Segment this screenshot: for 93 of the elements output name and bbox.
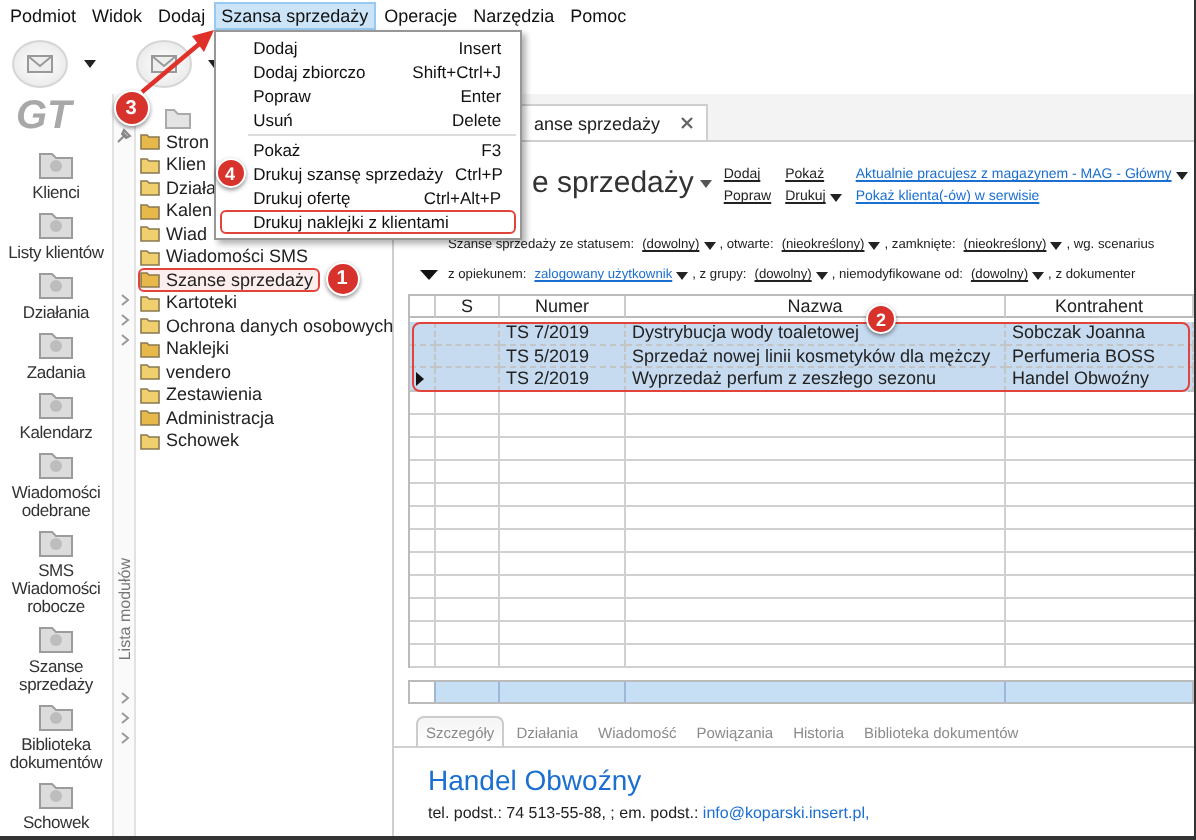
view-title[interactable]: e sprzedaży xyxy=(532,166,712,200)
table-cell: TS 5/2019 xyxy=(500,345,626,368)
menu-item[interactable]: Pokaż F3 xyxy=(251,138,516,162)
caret-icon xyxy=(1050,241,1063,249)
caret-icon xyxy=(703,241,716,249)
logo-text: GT xyxy=(14,94,76,139)
caret-icon xyxy=(84,59,96,67)
shortcut-text: F3 xyxy=(481,140,502,160)
tree-item[interactable]: Zestawienia xyxy=(138,383,269,406)
table-cell: Sobczak Joanna xyxy=(1006,322,1194,345)
close-icon[interactable] xyxy=(680,116,695,130)
tree-item[interactable]: Wiadomości SMS xyxy=(138,245,315,268)
caret-icon xyxy=(1032,271,1045,279)
table-cell: TS 7/2019 xyxy=(500,322,626,345)
column-header[interactable]: Kontrahent xyxy=(1006,296,1194,318)
toolbar-button[interactable] xyxy=(136,39,192,87)
tree-item[interactable]: Administracja xyxy=(138,406,281,429)
shortcut-text: Enter xyxy=(460,86,502,106)
menu-item[interactable]: Operacje xyxy=(376,2,466,30)
folder-icon xyxy=(36,622,76,654)
tree-item[interactable]: Kartoteki xyxy=(138,291,244,314)
caret-icon xyxy=(699,179,712,187)
sidebar-item[interactable]: Listy klientów xyxy=(8,244,104,262)
menu-item[interactable]: Dodaj xyxy=(150,2,214,30)
sidebar-item[interactable]: Zadania xyxy=(26,364,86,382)
sidebar-item[interactable]: Klienci xyxy=(32,184,80,202)
menu-item[interactable]: Pomoc xyxy=(562,2,635,30)
sidebar-item[interactable]: Kalendarz xyxy=(19,424,93,442)
tree-item[interactable]: Kalen xyxy=(138,199,219,222)
tree-item[interactable]: Wiad xyxy=(138,222,214,245)
tree-item[interactable]: Stron xyxy=(138,130,216,153)
sidebar-item[interactable]: Biblioteka dokumentów xyxy=(0,736,112,772)
menu-item[interactable]: Widok xyxy=(84,2,151,30)
menu-item[interactable]: Drukuj ofertę Ctrl+Alt+P xyxy=(251,186,516,210)
folder-icon xyxy=(36,268,76,300)
sidebar-item[interactable]: Szanse sprzedaży xyxy=(0,658,112,694)
folder-icon xyxy=(36,328,76,360)
envelope-icon xyxy=(26,53,54,73)
menu-item[interactable]: Dodaj Insert xyxy=(251,36,516,60)
table-cell: TS 2/2019 xyxy=(500,368,626,391)
tree-item[interactable]: Naklejki xyxy=(138,337,236,360)
callout-badge: 1 xyxy=(325,262,360,297)
callout-badge: 4 xyxy=(215,158,246,188)
menu-item[interactable]: Szansa sprzedaży xyxy=(213,2,377,30)
sidebar-item[interactable]: Działania xyxy=(22,304,90,322)
tree-item[interactable]: Klien xyxy=(138,153,213,176)
folder-icon xyxy=(36,388,76,420)
pin-icon xyxy=(116,128,132,144)
shortcut-text: Shift+Ctrl+J xyxy=(412,62,502,82)
folder-icon xyxy=(36,700,76,732)
folder-icon xyxy=(164,106,192,130)
callout-badge: 2 xyxy=(866,304,896,334)
pointer-arrow xyxy=(139,30,214,94)
contractor-name[interactable]: Handel Obwoźny xyxy=(394,763,642,795)
folder-icon xyxy=(36,448,76,480)
sidebar-item[interactable]: SMS Wiadomości robocze xyxy=(0,562,112,616)
caret-icon xyxy=(815,271,828,279)
tree-item[interactable]: Schowek xyxy=(138,429,246,452)
caret-icon xyxy=(676,271,689,279)
folder-icon xyxy=(36,526,76,558)
menu-item[interactable]: Narzędzia xyxy=(465,2,563,30)
column-header[interactable]: Numer xyxy=(500,296,626,318)
shortcut-text: Ctrl+P xyxy=(455,164,503,184)
column-header[interactable]: S xyxy=(436,296,500,318)
shortcut-text: Delete xyxy=(451,110,502,130)
shortcut-text: Ctrl+Alt+P xyxy=(423,188,502,208)
tree-item[interactable]: Szanse sprzedaży xyxy=(138,268,320,291)
module-list-label[interactable]: Lista modułów xyxy=(115,558,133,661)
table-cell: Perfumeria BOSS xyxy=(1006,345,1194,368)
table-cell: Wyprzedaż perfum z zeszłego sezonu xyxy=(626,368,1006,391)
tree-item[interactable]: vendero xyxy=(138,360,238,383)
folder-icon xyxy=(36,148,76,180)
sidebar-item[interactable]: Schowek xyxy=(22,814,90,832)
toolbar-button[interactable] xyxy=(12,39,68,87)
table-row[interactable]: TS 2/2019 Wyprzedaż perfum z zeszłego sezonu Handel Obwoźny xyxy=(410,368,1194,391)
envelope-icon xyxy=(150,53,178,73)
table-cell: Sprzedaż nowej linii kosmetyków dla mężczy xyxy=(626,345,1006,368)
folder-icon xyxy=(36,778,76,810)
email-link[interactable]: info@koparski.insert.pl, xyxy=(702,803,870,821)
contact-line: tel. podst.: 74 513-55-88, ; em. podst.: info@koparski.insert.pl, xyxy=(426,803,870,821)
menu-item[interactable]: Podmiot xyxy=(2,2,85,30)
tree-item[interactable]: Ochrona danych osobowych xyxy=(138,314,400,337)
table-cell: Handel Obwoźny xyxy=(1006,368,1194,391)
caret-icon xyxy=(868,241,881,249)
caret-icon xyxy=(208,59,220,67)
folder-icon xyxy=(36,208,76,240)
collapse-toggle-icon[interactable] xyxy=(419,270,437,280)
sidebar-item[interactable]: Wiadomości odebrane xyxy=(0,484,112,520)
menu-item[interactable]: Drukuj szansę sprzedaży Ctrl+P xyxy=(251,162,516,186)
menu-item[interactable]: Dodaj zbiorczo Shift+Ctrl+J xyxy=(251,60,516,84)
shortcut-text: Insert xyxy=(458,38,502,58)
menu-item[interactable]: Popraw Enter xyxy=(251,84,516,108)
menu-item[interactable]: Drukuj naklejki z klientami xyxy=(219,210,516,234)
